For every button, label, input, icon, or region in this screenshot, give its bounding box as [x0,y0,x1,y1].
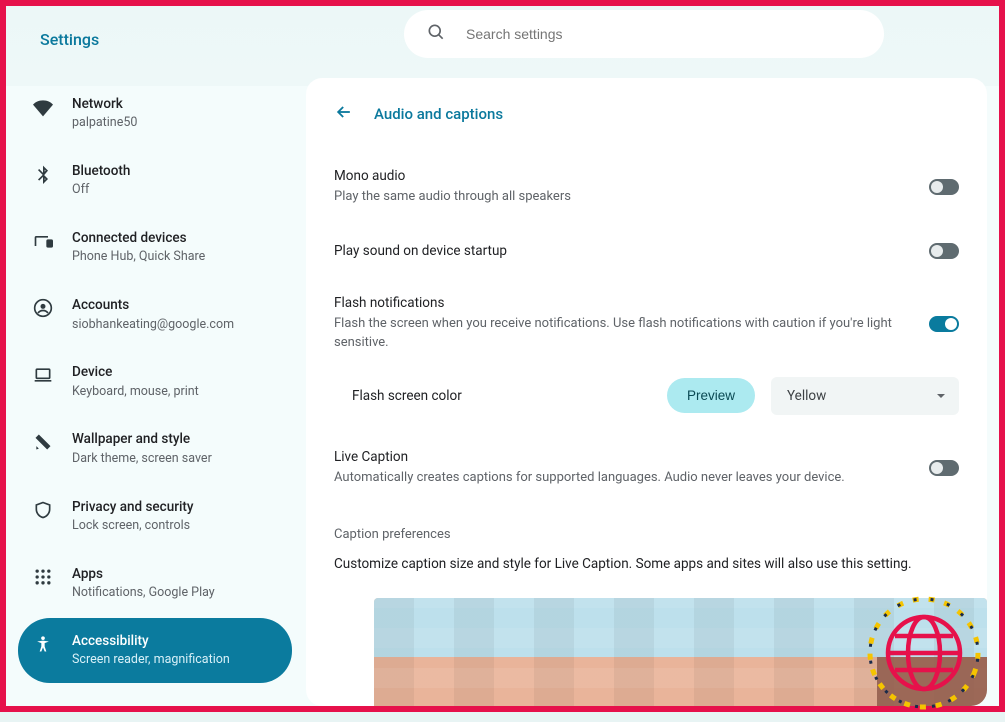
search-input[interactable] [466,26,868,42]
nav: Network palpatine50 Bluetooth Off Co [18,81,292,683]
sidebar-item-label: Apps [72,565,215,583]
row-title: Play sound on device startup [334,243,909,259]
row-title: Flash notifications [334,295,909,311]
sidebar-item-secondary: palpatine50 [72,115,137,132]
row-live-caption: Live Caption Automatically creates capti… [334,435,959,502]
search-icon [426,22,446,46]
row-mono-audio: Mono audio Play the same audio through a… [334,154,959,221]
sidebar-item-secondary: siobhankeating@google.com [72,317,234,334]
sidebar-item-label: Device [72,363,199,381]
toggle-live-caption[interactable] [929,460,959,476]
caption-preview-image[interactable]: The quick brown fox jumps over the lazy … [374,598,987,706]
app-title: Settings [18,20,292,81]
back-button[interactable] [334,102,354,126]
wifi-icon [32,97,54,117]
sidebar-item-apps[interactable]: Apps Notifications, Google Play [18,551,292,616]
row-flash-color: Flash screen color Preview Yellow [334,375,959,427]
sidebar-item-bluetooth[interactable]: Bluetooth Off [18,148,292,213]
laptop-icon [32,365,54,385]
search-bar[interactable] [404,10,884,58]
sidebar-item-label: Connected devices [72,229,205,247]
preview-shade [877,657,987,706]
sidebar-item-label: Accounts [72,296,234,314]
sidebar-item-accessibility[interactable]: Accessibility Screen reader, magnificati… [18,618,292,683]
row-desc: Automatically creates captions for suppo… [334,469,909,488]
row-flash-notifications: Flash notifications Flash the screen whe… [334,281,959,367]
sidebar-item-connected-devices[interactable]: Connected devices Phone Hub, Quick Share [18,215,292,280]
sidebar-item-privacy[interactable]: Privacy and security Lock screen, contro… [18,484,292,549]
devices-icon [32,231,54,251]
main: Audio and captions Mono audio Play the s… [304,6,999,706]
sidebar-item-wallpaper[interactable]: Wallpaper and style Dark theme, screen s… [18,416,292,481]
sidebar-item-network[interactable]: Network palpatine50 [18,81,292,146]
sidebar-item-device[interactable]: Device Keyboard, mouse, print [18,349,292,414]
panel-header: Audio and captions [306,102,987,146]
accessibility-icon [32,634,54,654]
sidebar-item-secondary: Keyboard, mouse, print [72,384,199,401]
section-label-caption-preferences: Caption preferences [334,509,959,548]
sidebar-item-secondary: Phone Hub, Quick Share [72,249,205,266]
account-icon [32,298,54,318]
sidebar-item-secondary: Lock screen, controls [72,518,194,535]
sidebar-item-secondary: Off [72,182,130,199]
row-desc: Play the same audio through all speakers [334,188,909,207]
apps-icon [32,567,54,587]
settings-panel: Audio and captions Mono audio Play the s… [306,78,987,706]
sidebar-item-label: Wallpaper and style [72,430,212,448]
sidebar-item-label: Bluetooth [72,162,130,180]
row-desc: Flash the screen when you receive notifi… [334,315,909,353]
row-startup-sound: Play sound on device startup [334,229,959,273]
flash-color-select[interactable]: Yellow [771,377,959,415]
sidebar-item-label: Network [72,95,137,113]
bluetooth-icon [32,164,54,184]
sidebar-item-label: Accessibility [72,632,230,650]
sidebar-item-secondary: Screen reader, magnification [72,652,230,669]
preview-button[interactable]: Preview [667,378,755,413]
toggle-mono-audio[interactable] [929,179,959,195]
sidebar-item-accounts[interactable]: Accounts siobhankeating@google.com [18,282,292,347]
sidebar-item-secondary: Dark theme, screen saver [72,451,212,468]
page-title: Audio and captions [374,105,503,123]
toggle-flash-notifications[interactable] [929,316,959,332]
sidebar-item-secondary: Notifications, Google Play [72,585,215,602]
paint-icon [32,432,54,452]
row-title: Flash screen color [352,388,651,404]
sidebar-item-label: Privacy and security [72,498,194,516]
row-title: Live Caption [334,449,909,465]
toggle-startup-sound[interactable] [929,243,959,259]
section-desc-caption-preferences: Customize caption size and style for Liv… [334,556,959,590]
sidebar: Settings Network palpatine50 Bluetooth O… [6,6,304,706]
shield-icon [32,500,54,520]
row-title: Mono audio [334,168,909,184]
